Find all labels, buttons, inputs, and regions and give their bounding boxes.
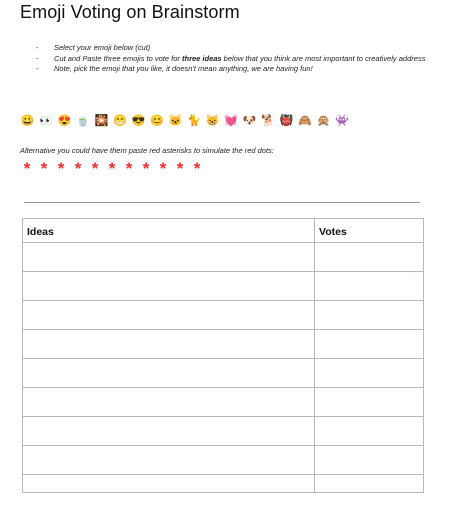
red-asterisk[interactable]: * <box>158 160 168 178</box>
emoji-icon[interactable]: 😁 <box>113 114 128 128</box>
idea-cell[interactable] <box>22 445 315 475</box>
emoji-icon[interactable]: 💓 <box>224 114 239 128</box>
table-body <box>22 242 424 493</box>
table-row <box>22 474 424 493</box>
emoji-icon[interactable]: 👀 <box>39 114 54 128</box>
page-title: Emoji Voting on Brainstorm <box>20 2 240 22</box>
votes-cell[interactable] <box>314 416 424 446</box>
idea-cell[interactable] <box>22 387 315 417</box>
emoji-icon[interactable]: 😍 <box>57 114 72 128</box>
table-row <box>22 329 424 359</box>
red-asterisk[interactable]: * <box>73 160 83 178</box>
horizontal-divider <box>24 202 420 203</box>
instruction-text-start: Cut and Paste three emojis to vote for <box>54 53 182 63</box>
instruction-text-end: below that you think are most important … <box>221 53 426 63</box>
bullet-dash: - <box>36 64 39 73</box>
emoji-icon[interactable]: 🐶 <box>242 114 257 128</box>
red-asterisk[interactable]: * <box>175 160 185 178</box>
red-asterisk[interactable]: * <box>124 160 134 178</box>
instruction-item: - Cut and Paste three emojis to vote for… <box>36 54 426 65</box>
red-asterisk[interactable]: * <box>141 160 151 178</box>
red-asterisk[interactable]: * <box>56 160 66 178</box>
votes-cell[interactable] <box>314 387 424 417</box>
emoji-icon[interactable]: 🍵 <box>76 114 91 128</box>
bullet-dash: - <box>36 53 39 63</box>
emoji-icon[interactable]: 😎 <box>131 114 146 128</box>
idea-cell[interactable] <box>22 329 315 359</box>
emoji-icon[interactable]: 🙈 <box>298 114 313 128</box>
instruction-text-bold: three ideas <box>181 53 222 63</box>
votes-cell[interactable] <box>314 329 424 359</box>
cell-marker: · <box>414 277 416 283</box>
document-page: Emoji Voting on Brainstorm - Select your… <box>0 0 450 514</box>
votes-cell[interactable] <box>314 271 424 301</box>
idea-cell[interactable] <box>22 416 315 446</box>
table-row <box>22 387 424 417</box>
emoji-icon[interactable]: 😊 <box>150 114 165 128</box>
ideas-column-header: Ideas <box>22 218 315 243</box>
votes-cell[interactable] <box>314 242 424 272</box>
emoji-icon[interactable]: 🙊 <box>316 114 331 128</box>
emoji-icon[interactable]: 🐕 <box>261 114 276 128</box>
emoji-icon[interactable]: 🐱 <box>168 114 183 128</box>
emoji-icon[interactable]: 👹 <box>279 114 294 128</box>
table-row <box>22 416 424 446</box>
instruction-list: - Select your emoji below (cut) - Cut an… <box>36 43 426 75</box>
emoji-icon[interactable]: 🎇 <box>94 114 109 128</box>
emoji-icon[interactable]: 👾 <box>335 114 350 128</box>
table-row <box>22 242 424 272</box>
emoji-icon[interactable]: 😀 <box>20 114 35 128</box>
instruction-text: Select your emoji below (cut) <box>54 43 151 52</box>
idea-cell[interactable] <box>22 300 315 330</box>
votes-cell[interactable] <box>314 300 424 330</box>
red-asterisk[interactable]: * <box>90 160 100 178</box>
idea-cell[interactable] <box>22 358 315 388</box>
alternative-note: Alternative you could have them paste re… <box>20 146 274 155</box>
bullet-dash: - <box>36 43 39 52</box>
red-asterisk[interactable]: * <box>22 160 32 178</box>
emoji-row: 😀 👀 😍 🍵 🎇 😁 😎 😊 🐱 🐈 😸 💓 🐶 🐕 👹 🙈 🙊 👾 <box>20 114 350 128</box>
table-row <box>22 358 424 388</box>
emoji-icon[interactable]: 😸 <box>205 114 220 128</box>
table-row <box>22 271 424 301</box>
votes-cell[interactable] <box>314 358 424 388</box>
table-row <box>22 445 424 475</box>
voting-table: Ideas Votes <box>22 218 424 493</box>
idea-cell[interactable] <box>22 242 315 272</box>
votes-cell[interactable] <box>314 474 424 493</box>
red-asterisk[interactable]: * <box>192 160 202 178</box>
votes-column-header: Votes <box>314 218 424 243</box>
red-asterisk[interactable]: * <box>39 160 49 178</box>
idea-cell[interactable] <box>22 271 315 301</box>
votes-cell[interactable] <box>314 445 424 475</box>
table-row <box>22 300 424 330</box>
red-asterisk-row: * * * * * * * * * * * <box>22 160 202 178</box>
table-header-row: Ideas Votes <box>22 218 424 243</box>
instruction-text: Note, pick the emoji that you like, it d… <box>54 64 313 73</box>
emoji-icon[interactable]: 🐈 <box>187 114 202 128</box>
instruction-item: - Note, pick the emoji that you like, it… <box>36 64 426 75</box>
instruction-item: - Select your emoji below (cut) <box>36 43 426 54</box>
red-asterisk[interactable]: * <box>107 160 117 178</box>
idea-cell[interactable] <box>22 474 315 493</box>
